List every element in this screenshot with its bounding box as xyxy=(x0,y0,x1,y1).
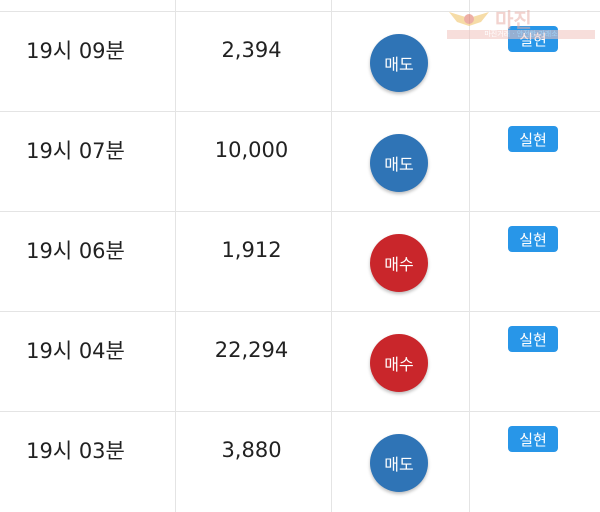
trade-time-cell: 19시 06분 xyxy=(0,212,175,311)
trade-time-cell: 19시 04분 xyxy=(0,312,175,411)
trade-time-cell: 19시 09분 xyxy=(0,12,175,111)
trade-time: 19시 07분 xyxy=(26,138,125,163)
table-row[interactable]: 19시 07분 10,000 매도 실현 xyxy=(0,112,600,212)
watermark-logo: 마진 마진거래 · 안전한 거래소 xyxy=(447,4,597,40)
trade-type-cell: 매도 xyxy=(332,112,469,211)
trade-quantity-cell: 10,000 xyxy=(176,112,331,211)
trade-type-cell: 매수 xyxy=(332,212,469,311)
table-row[interactable]: 19시 06분 1,912 매수 실현 xyxy=(0,212,600,312)
trade-type-badge: 매도 xyxy=(370,34,428,92)
trade-quantity-cell: 22,294 xyxy=(176,312,331,411)
trade-time-cell: 19시 07분 xyxy=(0,112,175,211)
trade-history-table: 19시 09분 2,394 매도 실현 19시 07분 10,000 매도 실현… xyxy=(0,0,600,512)
watermark-title: 마진 xyxy=(495,8,532,32)
trade-type-badge: 매도 xyxy=(370,434,428,492)
watermark-subtitle: 마진거래 · 안전한 거래소 xyxy=(447,30,595,39)
status-badge: 실현 xyxy=(508,326,558,352)
status-badge: 실현 xyxy=(508,126,558,152)
status-badge: 실현 xyxy=(508,226,558,252)
trade-time-cell: 19시 03분 xyxy=(0,412,175,512)
wing-icon xyxy=(449,12,489,26)
trade-status-cell: 실현 xyxy=(470,212,600,311)
trade-quantity-cell: 1,912 xyxy=(176,212,331,311)
status-badge: 실현 xyxy=(508,426,558,452)
trade-type-cell: 매수 xyxy=(332,312,469,411)
trade-status-cell: 실현 xyxy=(470,112,600,211)
trade-quantity: 2,394 xyxy=(221,37,282,62)
trade-type-cell: 매도 xyxy=(332,412,469,512)
trade-time: 19시 04분 xyxy=(26,338,125,363)
trade-time: 19시 06분 xyxy=(26,238,125,263)
trade-type-badge: 매수 xyxy=(370,334,428,392)
trade-quantity: 10,000 xyxy=(214,137,289,162)
trade-quantity: 1,912 xyxy=(221,237,282,262)
trade-quantity-cell: 3,880 xyxy=(176,412,331,512)
trade-quantity: 3,880 xyxy=(221,438,282,462)
table-row[interactable]: 19시 03분 3,880 매도 실현 xyxy=(0,412,600,512)
trade-time: 19시 09분 xyxy=(26,38,125,63)
trade-status-cell: 실현 xyxy=(470,312,600,411)
trade-time: 19시 03분 xyxy=(26,439,125,463)
trade-quantity: 22,294 xyxy=(214,337,289,362)
table-row[interactable]: 19시 04분 22,294 매수 실현 xyxy=(0,312,600,412)
trade-type-badge: 매도 xyxy=(370,134,428,192)
trade-status-cell: 실현 xyxy=(470,412,600,512)
trade-type-badge: 매수 xyxy=(370,234,428,292)
trade-quantity-cell: 2,394 xyxy=(176,12,331,111)
